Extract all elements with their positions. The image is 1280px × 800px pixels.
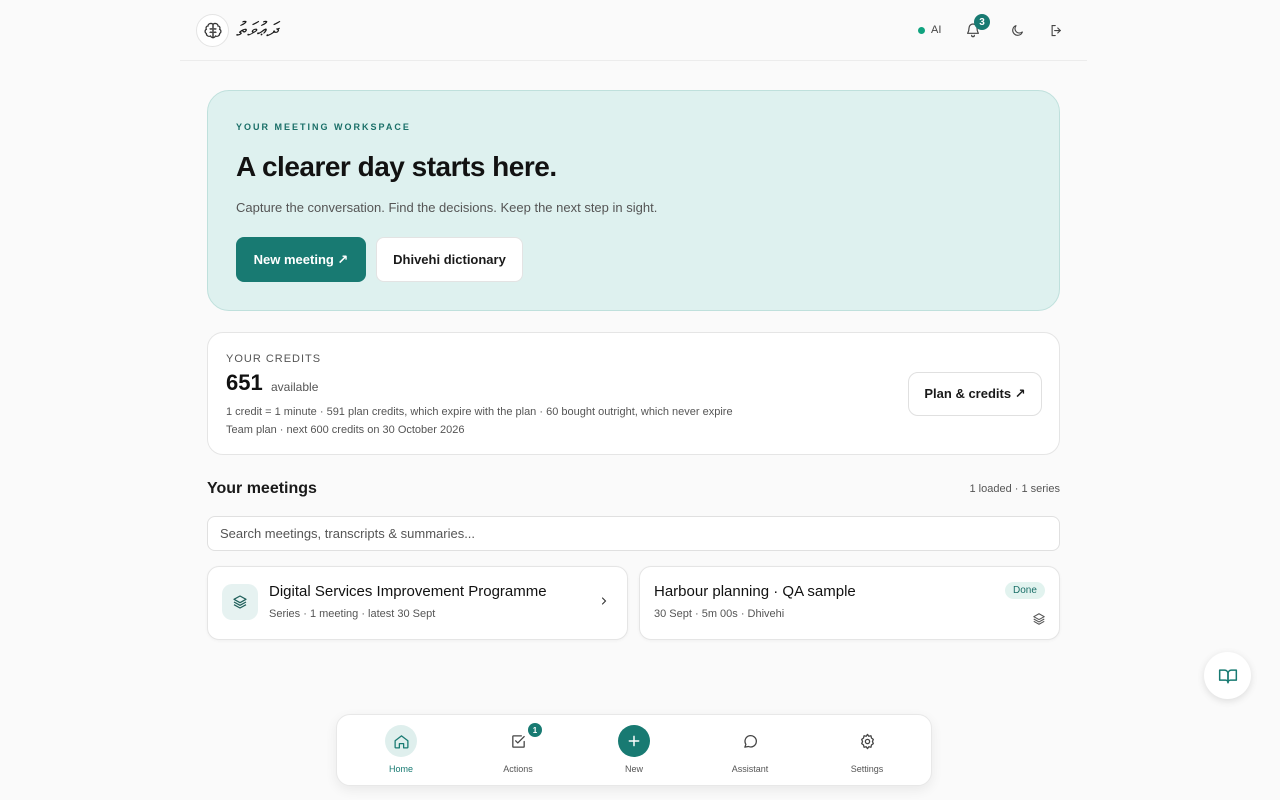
actions-badge: 1 <box>528 723 542 737</box>
logo[interactable] <box>196 14 229 47</box>
hero-panel: YOUR MEETING WORKSPACE A clearer day sta… <box>207 90 1060 311</box>
meetings-search-input[interactable] <box>207 516 1060 551</box>
meeting-card[interactable]: Harbour planning · QA sample 30 Sept · 5… <box>639 566 1060 640</box>
status-badge: Done <box>1005 582 1045 599</box>
hero-eyebrow: YOUR MEETING WORKSPACE <box>236 122 411 132</box>
ai-status-dot <box>918 26 925 34</box>
nav-new-label: New <box>624 764 643 774</box>
new-meeting-button[interactable]: New meeting ↗ <box>236 237 366 282</box>
nav-new[interactable]: New <box>594 725 674 781</box>
meeting-series-card[interactable]: Digital Services Improvement Programme S… <box>207 566 628 640</box>
nav-settings-label: Settings <box>850 764 884 774</box>
hero-subtitle: Capture the conversation. Find the decis… <box>236 200 658 215</box>
nav-home-label: Home <box>388 764 413 774</box>
nav-settings[interactable]: Settings <box>827 725 907 781</box>
nav-assistant[interactable]: Assistant <box>710 725 790 781</box>
logout-button[interactable] <box>1046 20 1066 40</box>
home-icon <box>385 725 417 757</box>
credits-label: YOUR CREDITS <box>226 353 322 365</box>
dictionary-fab-button[interactable] <box>1204 652 1251 699</box>
ai-label: AI <box>931 24 942 36</box>
credits-available-label: available <box>271 380 319 394</box>
plus-icon <box>618 725 650 757</box>
credits-plan-info: Team plan · next 600 credits on 30 Octob… <box>226 424 465 436</box>
book-open-icon <box>1218 668 1237 683</box>
layers-icon <box>1033 613 1045 625</box>
chat-bubble-icon <box>734 725 766 757</box>
moon-icon <box>1011 24 1023 36</box>
meeting-title: Harbour planning · QA sample <box>654 583 856 600</box>
credits-amount: 651 <box>226 370 263 395</box>
ai-status[interactable]: AI <box>912 20 947 40</box>
theme-toggle-button[interactable] <box>1007 20 1027 40</box>
meeting-meta: 30 Sept · 5m 00s · Dhivehi <box>654 608 785 620</box>
top-bar: ދަޢުވަތު AI 3 <box>180 0 1087 61</box>
dhivehi-dictionary-button[interactable]: Dhivehi dictionary <box>376 237 523 282</box>
meeting-series-title: Digital Services Improvement Programme <box>269 583 547 600</box>
credits-details: 1 credit = 1 minute · 591 plan credits, … <box>226 406 733 418</box>
meeting-series-meta: Series · 1 meeting · latest 30 Sept <box>269 608 436 620</box>
nav-actions-label: Actions <box>503 764 533 774</box>
bottom-nav: Home 1 Actions New Assistant Settings <box>336 714 932 786</box>
logout-icon <box>1051 24 1061 36</box>
brain-icon <box>203 22 222 38</box>
nav-home[interactable]: Home <box>361 725 441 781</box>
nav-actions[interactable]: 1 Actions <box>478 723 558 781</box>
chevron-right-icon <box>601 597 607 605</box>
gear-icon <box>851 725 883 757</box>
brand-name: ދަޢުވަތު <box>236 17 279 41</box>
nav-assistant-label: Assistant <box>731 764 769 774</box>
meetings-heading: Your meetings <box>207 480 317 497</box>
layers-icon <box>222 584 258 620</box>
credits-panel: YOUR CREDITS 651 available 1 credit = 1 … <box>207 332 1060 455</box>
plan-credits-button[interactable]: Plan & credits ↗ <box>908 372 1042 416</box>
notification-badge: 3 <box>974 14 990 30</box>
meetings-count: 1 loaded · 1 series <box>969 483 1061 495</box>
hero-title: A clearer day starts here. <box>236 151 557 182</box>
